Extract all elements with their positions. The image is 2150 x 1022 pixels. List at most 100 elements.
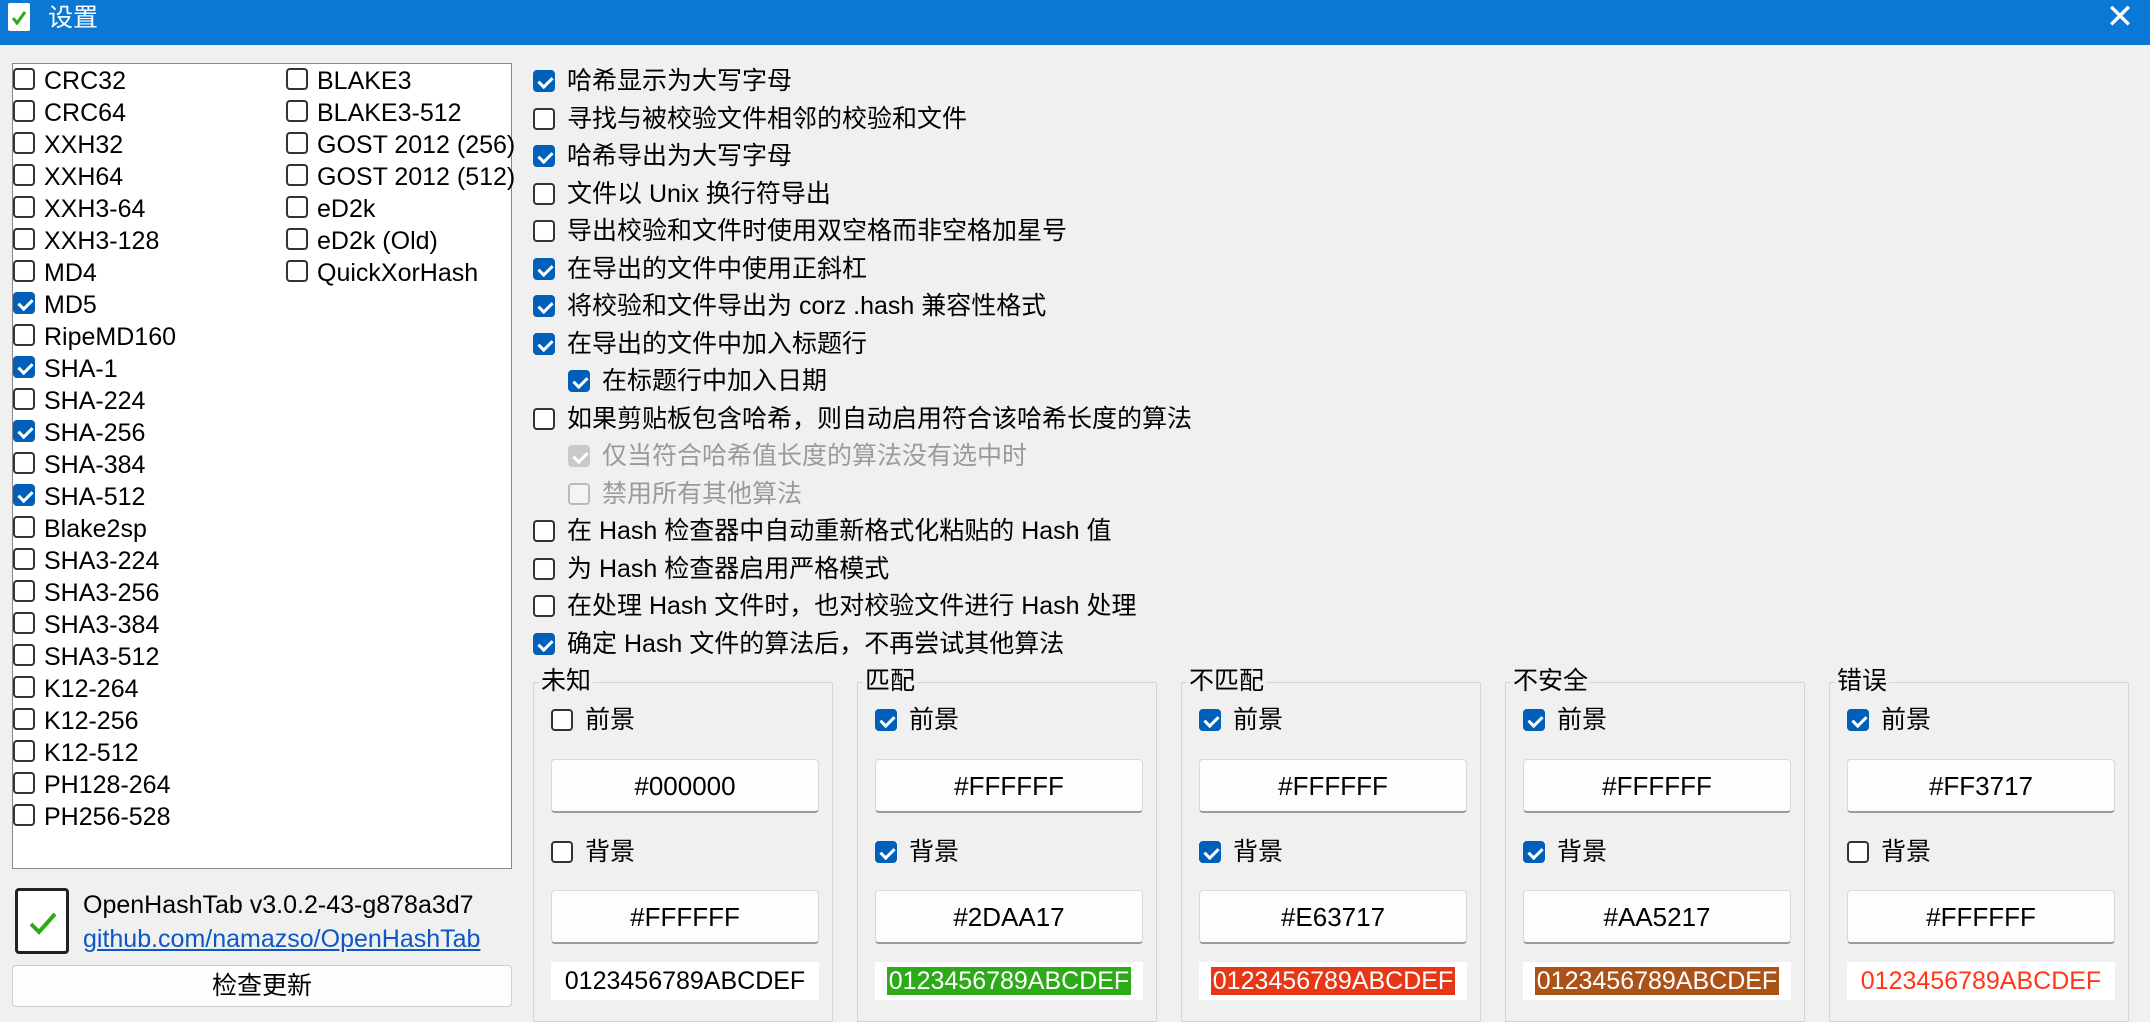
option-checkbox[interactable] [533, 220, 555, 242]
app-logo-icon [15, 888, 69, 954]
background-toggle-checkbox[interactable] [1847, 841, 1869, 863]
algorithm-checkbox[interactable] [13, 772, 35, 794]
background-color-input[interactable]: #FFFFFF [551, 890, 819, 944]
option-checkbox[interactable] [533, 408, 555, 430]
option-label: 确定 Hash 文件的算法后，不再尝试其他算法 [567, 630, 1065, 658]
background-color-input[interactable]: #E63717 [1199, 890, 1467, 944]
algorithm-checkbox[interactable] [13, 580, 35, 602]
option-checkbox [568, 483, 590, 505]
preview-text: 0123456789ABCDEF [886, 967, 1132, 995]
option-checkbox[interactable] [533, 558, 555, 580]
algorithm-checkbox[interactable] [13, 228, 35, 250]
foreground-toggle-checkbox[interactable] [1523, 709, 1545, 731]
algorithm-checkbox[interactable] [13, 516, 35, 538]
foreground-toggle-checkbox[interactable] [1199, 709, 1221, 731]
foreground-color-input[interactable]: #FF3717 [1847, 759, 2115, 813]
background-color-input[interactable]: #AA5217 [1523, 890, 1791, 944]
algorithm-checkbox[interactable] [13, 260, 35, 282]
algorithm-checkbox[interactable] [286, 100, 308, 122]
foreground-color-input[interactable]: #FFFFFF [1523, 759, 1791, 813]
app-icon [8, 3, 30, 31]
option-checkbox[interactable] [533, 70, 555, 92]
algorithm-label: QuickXorHash [317, 259, 479, 287]
foreground-color-input[interactable]: #FFFFFF [875, 759, 1143, 813]
algorithm-checkbox[interactable] [13, 708, 35, 730]
algorithm-checkbox[interactable] [13, 324, 35, 346]
color-group-title: 不匹配 [1187, 666, 1267, 696]
foreground-toggle-checkbox[interactable] [1847, 709, 1869, 731]
algorithm-checkbox[interactable] [286, 68, 308, 90]
option-checkbox[interactable] [568, 370, 590, 392]
background-color-input[interactable]: #FFFFFF [1847, 890, 2115, 944]
algorithm-label: SHA3-512 [44, 643, 160, 671]
color-preview: 0123456789ABCDEF [551, 962, 819, 1000]
algorithm-label: eD2k [317, 195, 376, 223]
option-checkbox[interactable] [533, 108, 555, 130]
algorithm-checkbox[interactable] [13, 292, 35, 314]
window-title: 设置 [48, 4, 99, 32]
option-checkbox[interactable] [533, 295, 555, 317]
option-label: 为 Hash 检查器启用严格模式 [567, 555, 890, 583]
option-checkbox[interactable] [533, 333, 555, 355]
background-toggle-checkbox[interactable] [551, 841, 573, 863]
algorithm-list[interactable]: CRC32 CRC64 XXH32 XXH64 XXH3-64 XXH3-128 MD4 MD… [12, 63, 515, 869]
algorithm-checkbox[interactable] [13, 452, 35, 474]
algorithm-label: SHA-224 [44, 387, 146, 415]
algorithm-label: SHA-384 [44, 451, 146, 479]
option-label: 文件以 Unix 换行符导出 [567, 180, 831, 208]
color-group: 不匹配 前景 #FFFFFF 背景 #E63717 0123456789ABCDEF [1181, 666, 1481, 1022]
algorithm-label: MD4 [44, 259, 97, 287]
option-checkbox[interactable] [533, 633, 555, 655]
foreground-color-input[interactable]: #000000 [551, 759, 819, 813]
algorithm-label: CRC32 [44, 67, 126, 95]
option-checkbox[interactable] [533, 595, 555, 617]
option-label: 将校验和文件导出为 corz .hash 兼容性格式 [567, 292, 1047, 320]
algorithm-checkbox[interactable] [286, 260, 308, 282]
option-label: 在导出的文件中使用正斜杠 [567, 255, 868, 283]
algorithm-checkbox[interactable] [13, 388, 35, 410]
project-link[interactable]: github.com/namazso/OpenHashTab [83, 924, 480, 954]
algorithm-label: XXH3-64 [44, 195, 146, 223]
algorithm-checkbox[interactable] [286, 132, 308, 154]
background-color-input[interactable]: #2DAA17 [875, 890, 1143, 944]
preview-text: 0123456789ABCDEF [1858, 967, 2104, 995]
preview-text: 0123456789ABCDEF [562, 967, 808, 995]
background-toggle-checkbox[interactable] [875, 841, 897, 863]
algorithm-checkbox[interactable] [13, 740, 35, 762]
color-group: 匹配 前景 #FFFFFF 背景 #2DAA17 0123456789ABCDEF [857, 666, 1157, 1022]
algorithm-checkbox[interactable] [13, 420, 35, 442]
algorithm-checkbox[interactable] [13, 132, 35, 154]
foreground-color-input[interactable]: #FFFFFF [1199, 759, 1467, 813]
algorithm-label: SHA-1 [44, 355, 118, 383]
algorithm-checkbox[interactable] [286, 228, 308, 250]
algorithm-checkbox[interactable] [13, 548, 35, 570]
algorithm-checkbox[interactable] [13, 68, 35, 90]
check-update-button[interactable]: 检查更新 [12, 965, 512, 1007]
algorithm-checkbox[interactable] [13, 196, 35, 218]
color-preview: 0123456789ABCDEF [875, 962, 1143, 1000]
foreground-toggle-checkbox[interactable] [875, 709, 897, 731]
option-checkbox[interactable] [533, 145, 555, 167]
algorithm-checkbox[interactable] [13, 676, 35, 698]
close-icon[interactable]: ✕ [2100, 0, 2140, 36]
option-checkbox[interactable] [533, 258, 555, 280]
option-checkbox[interactable] [533, 520, 555, 542]
background-toggle-checkbox[interactable] [1523, 841, 1545, 863]
algorithm-checkbox[interactable] [13, 356, 35, 378]
algorithm-checkbox[interactable] [13, 612, 35, 634]
foreground-toggle-checkbox[interactable] [551, 709, 573, 731]
algorithm-checkbox[interactable] [13, 484, 35, 506]
option-label: 如果剪贴板包含哈希，则自动启用符合该哈希长度的算法 [567, 405, 1193, 433]
algorithm-checkbox[interactable] [13, 804, 35, 826]
algorithm-checkbox[interactable] [286, 196, 308, 218]
option-checkbox[interactable] [533, 183, 555, 205]
algorithm-checkbox[interactable] [286, 164, 308, 186]
background-toggle-checkbox[interactable] [1199, 841, 1221, 863]
algorithm-checkbox[interactable] [13, 164, 35, 186]
option-label: 寻找与被校验文件相邻的校验和文件 [567, 105, 968, 133]
color-group-title: 未知 [539, 666, 594, 696]
color-group-title: 匹配 [863, 666, 918, 696]
algorithm-checkbox[interactable] [13, 644, 35, 666]
option-label: 在处理 Hash 文件时，也对校验文件进行 Hash 处理 [567, 592, 1137, 620]
algorithm-checkbox[interactable] [13, 100, 35, 122]
